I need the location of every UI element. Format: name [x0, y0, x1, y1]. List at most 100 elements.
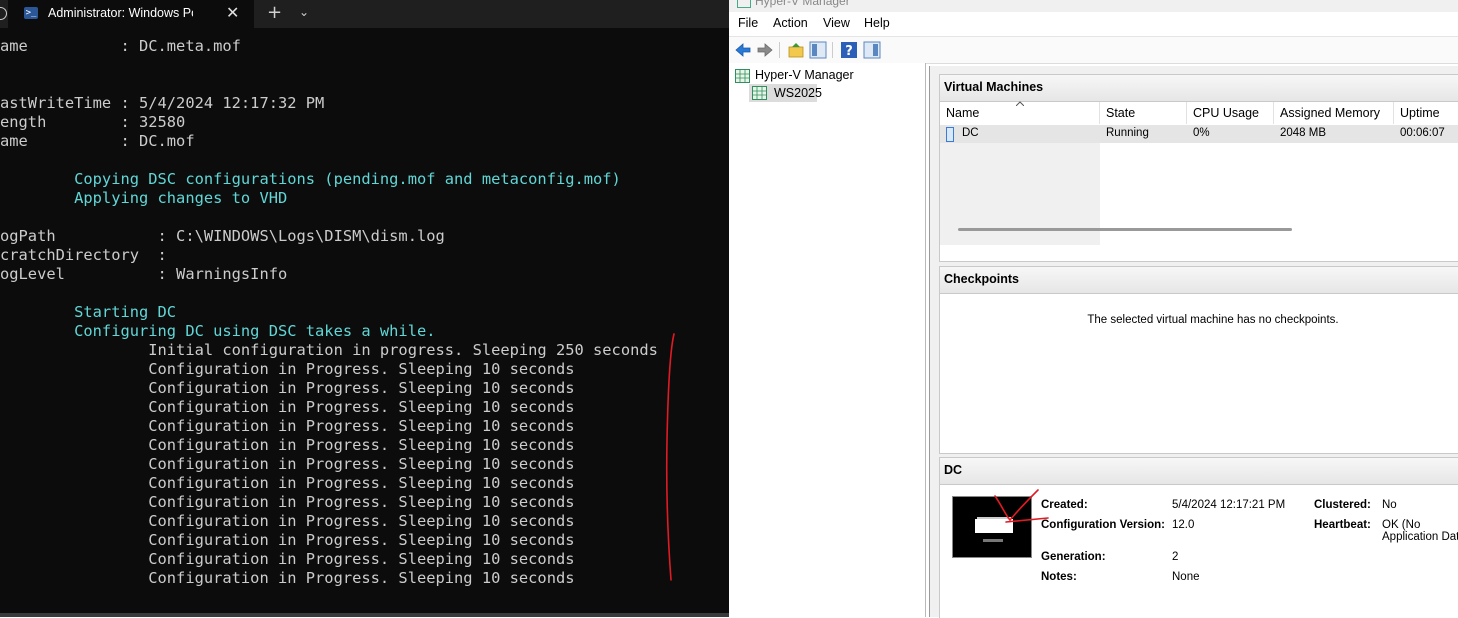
- back-arrow-icon[interactable]: [734, 41, 752, 59]
- clustered-label: Clustered:: [1314, 499, 1371, 511]
- terminal-line: Configuration in Progress. Sleeping 10 s…: [0, 493, 575, 511]
- hyperv-manager-window: Hyper-V Manager File Action View Help ?: [729, 0, 1458, 618]
- terminal-line: Configuration in Progress. Sleeping 10 s…: [0, 531, 575, 549]
- notes-label: Notes:: [1041, 571, 1077, 583]
- terminal-output[interactable]: ame : DC.meta.mof astWriteTime : 5/4/2024…: [0, 37, 729, 588]
- terminal-line: Configuration in Progress. Sleeping 10 s…: [0, 436, 575, 454]
- terminal-line: Starting DC: [0, 303, 177, 321]
- terminal-line: ogLevel : WarningsInfo: [0, 265, 288, 283]
- tab-title: Administrator: Windows PowerShell: [48, 6, 193, 20]
- close-icon[interactable]: ✕: [226, 3, 239, 22]
- created-label: Created:: [1041, 499, 1088, 511]
- terminal-line: Configuration in Progress. Sleeping 10 s…: [0, 550, 575, 568]
- column-header-uptime[interactable]: Uptime: [1394, 102, 1458, 124]
- center-pane: Virtual Machines Name State CPU Usage As…: [929, 66, 1458, 618]
- terminal-line: Configuration in Progress. Sleeping 10 s…: [0, 569, 575, 587]
- powershell-icon: >_: [24, 7, 38, 19]
- hyperv-title-bar: Hyper-V Manager: [729, 0, 1458, 12]
- terminal-line: ame : DC.meta.mof: [0, 37, 241, 55]
- terminal-line: Configuration in Progress. Sleeping 10 s…: [0, 474, 575, 492]
- svg-text:?: ?: [845, 44, 853, 59]
- terminal-line: Configuring DC using DSC takes a while.: [0, 322, 436, 340]
- terminal-line: Configuration in Progress. Sleeping 10 s…: [0, 398, 575, 416]
- terminal-line: Configuration in Progress. Sleeping 10 s…: [0, 417, 575, 435]
- no-checkpoints-message: The selected virtual machine has no chec…: [1087, 314, 1339, 326]
- tree-item-label: WS2025: [774, 86, 822, 100]
- terminal-line: astWriteTime : 5/4/2024 12:17:32 PM: [0, 94, 325, 112]
- panel-title: Virtual Machines: [940, 75, 1458, 102]
- tree-root-hyperv-manager[interactable]: Hyper-V Manager: [755, 68, 854, 82]
- column-header-assigned-memory[interactable]: Assigned Memory: [1274, 102, 1394, 124]
- toolbar-separator: [779, 42, 780, 58]
- server-icon: [752, 86, 767, 100]
- virtual-machine-icon: [946, 127, 954, 142]
- virtual-machines-panel: Virtual Machines Name State CPU Usage As…: [939, 74, 1458, 262]
- column-header-state[interactable]: State: [1100, 102, 1187, 124]
- navigation-tree: Hyper-V Manager WS2025: [729, 63, 926, 617]
- menu-view[interactable]: View: [823, 16, 850, 30]
- notes-value: None: [1172, 571, 1200, 583]
- heartbeat-value-line1: OK (No: [1382, 519, 1421, 531]
- panel-title: DC: [940, 458, 1458, 485]
- terminal-line: Configuration in Progress. Sleeping 10 s…: [0, 360, 575, 378]
- menu-bar: File Action View Help: [729, 12, 1458, 34]
- table-row[interactable]: DC Running 0% 2048 MB 00:06:07: [940, 125, 1458, 143]
- forward-arrow-icon[interactable]: [756, 41, 774, 59]
- red-annotation-stroke: [665, 333, 675, 581]
- chevron-down-icon[interactable]: ⌄: [299, 5, 309, 19]
- thumbnail-text: [983, 539, 1003, 542]
- checkpoints-panel: Checkpoints The selected virtual machine…: [939, 266, 1458, 454]
- menu-help[interactable]: Help: [864, 16, 890, 30]
- show-hide-console-tree-icon[interactable]: [809, 41, 827, 59]
- panel-title: Checkpoints: [940, 267, 1458, 294]
- menu-file[interactable]: File: [738, 16, 758, 30]
- terminal-line: Initial configuration in progress. Sleep…: [0, 341, 658, 359]
- terminal-line: Configuration in Progress. Sleeping 10 s…: [0, 512, 575, 530]
- tab-administrator-powershell[interactable]: >_ Administrator: Windows PowerShell ✕: [8, 0, 254, 28]
- terminal-line: cratchDirectory :: [0, 246, 167, 264]
- sort-ascending-icon: [1016, 101, 1024, 106]
- terminal-line: Configuration in Progress. Sleeping 10 s…: [0, 379, 575, 397]
- hyperv-app-icon: [737, 0, 751, 8]
- terminal-line: Configuration in Progress. Sleeping 10 s…: [0, 455, 575, 473]
- powershell-terminal-window[interactable]: >_ Administrator: Windows PowerShell ✕ +…: [0, 0, 729, 617]
- vm-details-panel: DC Created: 5/4/2024 12:17:21 PM Configu…: [939, 457, 1458, 618]
- vm-cpu-usage: 0%: [1193, 127, 1210, 139]
- terminal-line: Copying DSC configurations (pending.mof …: [0, 170, 621, 188]
- created-value: 5/4/2024 12:17:21 PM: [1172, 499, 1286, 511]
- window-title: Hyper-V Manager: [755, 0, 850, 8]
- terminal-line: ength : 32580: [0, 113, 186, 131]
- terminal-bottom-bar: [0, 613, 729, 617]
- vm-assigned-memory: 2048 MB: [1280, 127, 1327, 139]
- vm-state: Running: [1106, 127, 1149, 139]
- heartbeat-value-line2: Application Data: [1382, 531, 1458, 543]
- new-tab-button[interactable]: +: [267, 2, 282, 23]
- configuration-version-label: Configuration Version:: [1041, 519, 1165, 531]
- column-header-cpu-usage[interactable]: CPU Usage: [1187, 102, 1274, 124]
- terminal-line: ogPath : C:\WINDOWS\Logs\DISM\dism.log: [0, 227, 445, 245]
- toolbar: ?: [729, 36, 1458, 64]
- help-icon[interactable]: ?: [840, 41, 858, 59]
- heartbeat-label: Heartbeat:: [1314, 519, 1371, 531]
- generation-label: Generation:: [1041, 551, 1106, 563]
- hyperv-manager-icon: [735, 69, 750, 83]
- toolbar-separator: [832, 42, 833, 58]
- clustered-value: No: [1382, 499, 1397, 511]
- terminal-line: Applying changes to VHD: [0, 189, 288, 207]
- tree-item-ws2025[interactable]: WS2025: [749, 84, 822, 102]
- generation-value: 2: [1172, 551, 1179, 563]
- menu-action[interactable]: Action: [773, 16, 808, 30]
- terminal-tab-bar: >_ Administrator: Windows PowerShell ✕ +…: [0, 0, 729, 28]
- vm-uptime: 00:06:07: [1400, 127, 1445, 139]
- horizontal-scrollbar[interactable]: [958, 228, 1292, 231]
- configuration-version-value: 12.0: [1172, 519, 1195, 531]
- terminal-line: ame : DC.mof: [0, 132, 195, 150]
- up-folder-icon[interactable]: [787, 41, 805, 59]
- show-hide-action-pane-icon[interactable]: [863, 41, 881, 59]
- circle-icon: [0, 7, 7, 20]
